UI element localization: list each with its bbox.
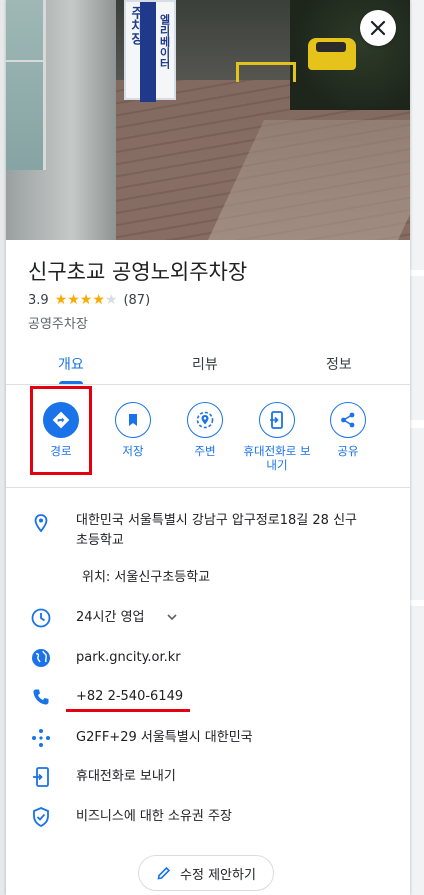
nearby-button[interactable]: 주변 [168,402,242,458]
place-photo[interactable]: 주차장 엘리베이터 [6,0,410,240]
phone-icon [30,686,52,708]
tab-bar: 개요 리뷰 정보 [6,342,410,385]
hours-text: 24시간 영업 [76,610,145,625]
save-button[interactable]: 저장 [96,402,170,458]
place-title: 신구초교 공영노외주차장 [28,260,248,284]
rating-row: 3.9 ★★★★★ (87) [28,292,150,308]
address-line-2: 초등학교 [76,533,124,548]
address-line-1: 대한민국 서울특별시 강남구 압구정로18길 28 신구 [76,513,357,528]
chevron-down-icon[interactable] [164,609,180,629]
place-category[interactable]: 공영주차장 [28,313,88,332]
send-to-phone-text: 휴대전화로 보내기 [76,769,176,784]
location-pin-icon [30,512,52,534]
shield-check-icon [30,806,52,828]
rating-value: 3.9 [28,292,49,308]
tab-reviews[interactable]: 리뷰 [192,354,218,374]
review-count[interactable]: (87) [123,293,150,308]
nearby-label: 주변 [194,444,216,458]
suggest-edit-label: 수정 제안하기 [180,867,256,883]
located-in-text: 위치: 서울신구초등학교 [82,570,211,585]
tab-about[interactable]: 정보 [326,354,352,374]
tab-overview[interactable]: 개요 [58,354,84,374]
plus-code-icon [30,727,52,749]
suggest-edit-button[interactable]: 수정 제안하기 [138,855,274,891]
send-to-phone-label: 휴대전화로 보 내기 [243,444,311,472]
rating-stars: ★★★★★ [54,292,118,308]
close-icon [370,20,386,36]
bookmark-icon [129,414,137,426]
clock-icon [30,607,52,629]
map-right-edge[interactable] [410,0,424,895]
pencil-icon [157,866,171,880]
send-to-phone-button[interactable]: 휴대전화로 보 내기 [240,402,314,472]
share-icon [341,412,355,428]
globe-icon [30,647,52,669]
save-label: 저장 [122,444,144,458]
share-button[interactable]: 공유 [311,402,385,458]
active-tab-indicator [59,381,83,384]
parking-sign: 주차장 엘리베이터 [124,0,176,102]
place-details-panel: 주차장 엘리베이터 신구초교 공영노외주차장 3.9 ★★★★★ (87) 공영… [6,0,410,895]
send-to-phone-icon [270,411,283,429]
highlight-box [30,386,92,475]
claim-business-text: 비즈니스에 대한 소유권 주장 [76,809,232,824]
nearby-icon [196,411,214,429]
highlight-underline [66,709,190,712]
plus-code-text: G2FF+29 서울특별시 대한민국 [76,730,253,745]
send-to-phone-row-icon [30,766,52,788]
phone-number[interactable]: +82 2-540-6149 [76,686,183,708]
website-link[interactable]: park.gncity.or.kr [76,647,181,669]
close-button[interactable] [360,10,396,46]
share-label: 공유 [337,444,359,458]
